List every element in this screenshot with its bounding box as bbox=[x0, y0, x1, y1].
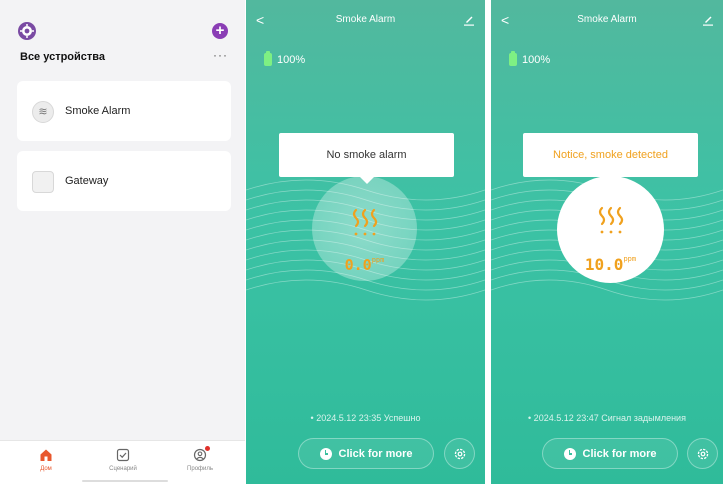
smoke-gauge: 0.0ppm bbox=[312, 176, 417, 281]
battery-level: 100% bbox=[522, 53, 551, 66]
status-text: • 2024.5.12 23:35 Успешно bbox=[310, 413, 421, 423]
smoke-sensor-icon: ≋ bbox=[32, 101, 54, 123]
smoke-value: 0.0 bbox=[344, 256, 372, 274]
notification-badge bbox=[205, 446, 210, 451]
status-text: • 2024.5.12 23:47 Сигнал задымления bbox=[528, 413, 686, 423]
clock-icon bbox=[563, 447, 576, 460]
device-list-screen: + Все устройства ··· ≋ Smoke Alarm Gatew… bbox=[0, 0, 245, 484]
device-name: Gateway bbox=[65, 175, 109, 187]
tab-label: Профиль bbox=[187, 466, 213, 472]
alarm-notice: Notice, smoke detected bbox=[523, 133, 698, 184]
click-for-more-button[interactable]: Click for more bbox=[298, 438, 434, 469]
smoke-value: 10.0 bbox=[584, 255, 624, 274]
smoke-reading: 10.0ppm bbox=[557, 255, 664, 274]
battery-icon bbox=[264, 51, 272, 66]
device-card-smoke-alarm[interactable]: ≋ Smoke Alarm bbox=[17, 81, 231, 141]
bottom-tab-bar: Дом Сценарий Профиль bbox=[0, 440, 245, 484]
click-for-more-button[interactable]: Click for more bbox=[542, 438, 678, 469]
smoke-icon bbox=[598, 206, 623, 234]
settings-button[interactable] bbox=[444, 438, 475, 469]
gear-icon bbox=[697, 448, 708, 459]
home-indicator bbox=[82, 480, 168, 482]
battery-icon bbox=[509, 51, 517, 66]
smoke-gauge: 10.0ppm bbox=[557, 176, 664, 283]
screen-title: Smoke Alarm bbox=[335, 14, 396, 25]
page-title: Все устройства bbox=[20, 51, 106, 63]
edit-icon[interactable] bbox=[464, 14, 474, 26]
home-icon bbox=[40, 449, 52, 461]
smoke-alarm-screen-normal: < Smoke Alarm 100% No smoke alarm 0.0ppm… bbox=[246, 0, 485, 484]
add-device-button[interactable]: + bbox=[212, 23, 228, 39]
device-name: Smoke Alarm bbox=[65, 105, 131, 117]
more-label: Click for more bbox=[338, 447, 413, 460]
gateway-icon bbox=[32, 171, 54, 193]
device-card-gateway[interactable]: Gateway bbox=[17, 151, 231, 211]
tab-profile[interactable]: Профиль bbox=[170, 446, 230, 472]
smoke-alarm-screen-alert: < Smoke Alarm 100% Notice, smoke detecte… bbox=[491, 0, 723, 484]
clock-icon bbox=[319, 447, 332, 460]
screen-title: Smoke Alarm bbox=[577, 14, 637, 25]
settings-button[interactable] bbox=[687, 438, 718, 469]
brand-logo-icon bbox=[18, 22, 36, 40]
smoke-unit: ppm bbox=[623, 255, 637, 263]
tab-label: Дом bbox=[40, 466, 52, 472]
battery-level: 100% bbox=[277, 53, 306, 66]
tab-home[interactable]: Дом bbox=[16, 447, 76, 472]
battery-status: 100% bbox=[264, 51, 306, 66]
checkbox-icon bbox=[116, 448, 130, 462]
alarm-notice: No smoke alarm bbox=[279, 133, 454, 184]
tab-label: Сценарий bbox=[109, 466, 137, 472]
battery-status: 100% bbox=[509, 51, 551, 66]
edit-icon[interactable] bbox=[703, 14, 713, 26]
smoke-reading: 0.0ppm bbox=[312, 256, 417, 274]
more-options-button[interactable]: ··· bbox=[213, 48, 228, 62]
gear-icon bbox=[454, 448, 465, 459]
more-label: Click for more bbox=[582, 447, 657, 460]
tab-scenario[interactable]: Сценарий bbox=[93, 447, 153, 472]
smoke-icon bbox=[352, 208, 377, 236]
smoke-unit: ppm bbox=[371, 256, 385, 264]
